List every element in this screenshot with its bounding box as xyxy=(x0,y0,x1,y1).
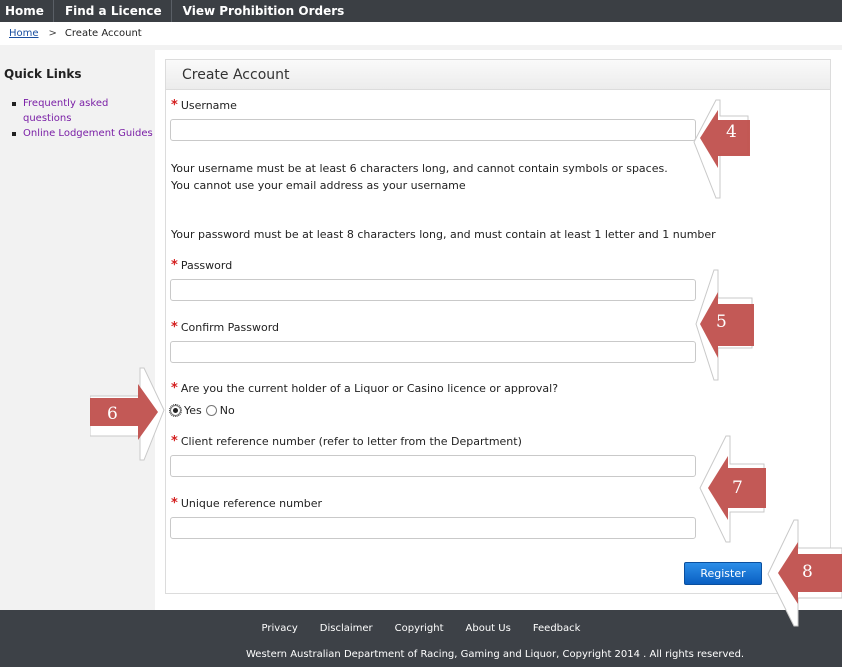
footer-link-feedback[interactable]: Feedback xyxy=(533,623,581,634)
confirm-password-input[interactable] xyxy=(170,341,696,363)
username-help-2: You cannot use your email address as you… xyxy=(171,179,466,192)
quick-links-list: Frequently asked questions Online Lodgem… xyxy=(10,96,155,141)
sidebar: Quick Links Frequently asked questions O… xyxy=(0,50,155,610)
callout-number-8: 8 xyxy=(802,562,813,582)
client-reference-input[interactable] xyxy=(170,455,696,477)
licence-question-label: * Are you the current holder of a Liquor … xyxy=(171,381,559,396)
required-marker: * xyxy=(171,434,178,449)
nav-home[interactable]: Home xyxy=(0,0,54,22)
callout-number-4: 4 xyxy=(726,122,737,142)
client-reference-label: * Client reference number (refer to lette… xyxy=(171,434,522,449)
footer: Privacy Disclaimer Copyright About Us Fe… xyxy=(0,610,842,667)
quick-links-title: Quick Links xyxy=(4,67,82,81)
required-marker: * xyxy=(171,258,178,273)
nav-find-a-licence[interactable]: Find a Licence xyxy=(54,0,172,22)
register-button[interactable]: Register xyxy=(684,562,762,585)
required-marker: * xyxy=(171,98,178,113)
required-marker: * xyxy=(171,320,178,335)
password-help: Your password must be at least 8 charact… xyxy=(171,228,716,241)
callout-number-5: 5 xyxy=(716,312,727,332)
username-input[interactable] xyxy=(170,119,696,141)
quick-link-lodgement-guides[interactable]: Online Lodgement Guides xyxy=(10,126,155,141)
callout-arrow-7: 7 xyxy=(696,434,768,546)
callout-arrow-5: 5 xyxy=(692,268,756,384)
nav-view-prohibition-orders[interactable]: View Prohibition Orders xyxy=(172,0,354,22)
panel-title: Create Account xyxy=(166,60,830,90)
footer-links: Privacy Disclaimer Copyright About Us Fe… xyxy=(0,623,842,634)
breadcrumb-current: Create Account xyxy=(64,28,142,39)
required-marker: * xyxy=(171,381,178,396)
callout-arrow-6: 6 xyxy=(90,366,168,464)
top-navigation: Home Find a Licence View Prohibition Ord… xyxy=(0,0,842,22)
breadcrumb-separator: > xyxy=(48,28,57,39)
password-input[interactable] xyxy=(170,279,696,301)
breadcrumb: Home > Create Account xyxy=(0,22,842,45)
footer-link-disclaimer[interactable]: Disclaimer xyxy=(320,623,373,634)
callout-number-6: 6 xyxy=(107,404,118,424)
footer-link-privacy[interactable]: Privacy xyxy=(262,623,298,634)
username-help-1: Your username must be at least 6 charact… xyxy=(171,162,668,175)
callout-arrow-4: 4 xyxy=(690,98,752,202)
no-radio[interactable] xyxy=(205,405,217,416)
no-label: No xyxy=(219,404,235,417)
confirm-password-label: * Confirm Password xyxy=(171,320,280,335)
yes-label: Yes xyxy=(184,404,202,417)
breadcrumb-home-link[interactable]: Home xyxy=(9,28,39,39)
unique-reference-input[interactable] xyxy=(170,517,696,539)
password-label: * Password xyxy=(171,258,233,273)
licence-radio-group: Yes No xyxy=(169,404,239,417)
unique-reference-label: * Unique reference number xyxy=(171,496,323,511)
callout-number-7: 7 xyxy=(732,478,743,498)
username-label: * Username xyxy=(171,98,237,113)
quick-link-faq[interactable]: Frequently asked questions xyxy=(10,96,155,126)
footer-copyright: Western Australian Department of Racing,… xyxy=(246,649,745,660)
footer-link-about-us[interactable]: About Us xyxy=(466,623,511,634)
footer-link-copyright[interactable]: Copyright xyxy=(395,623,444,634)
yes-radio[interactable] xyxy=(169,404,182,417)
callout-arrow-8: 8 xyxy=(764,518,842,630)
required-marker: * xyxy=(171,496,178,511)
